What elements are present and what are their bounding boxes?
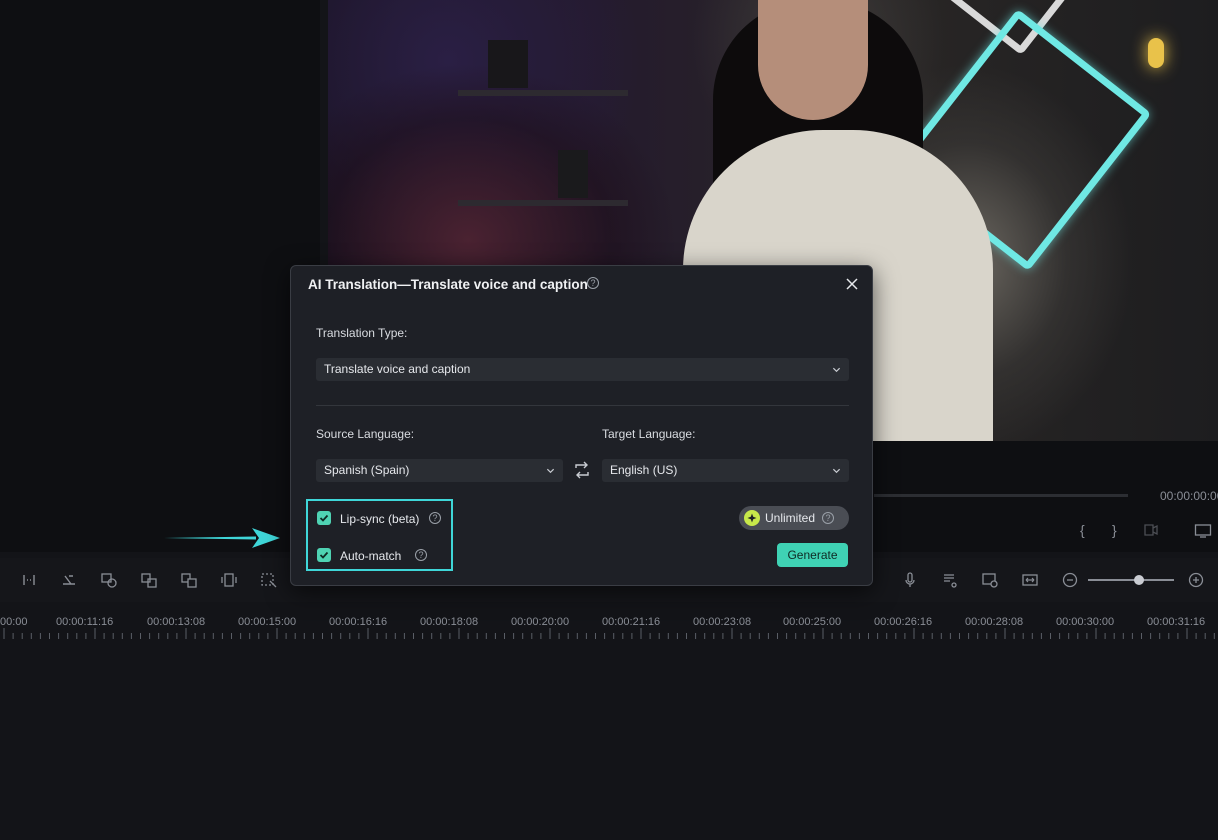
- snapshot-icon[interactable]: [1142, 522, 1160, 541]
- chevron-down-icon: [546, 468, 555, 474]
- ruler-label: 00:00:11:16: [56, 616, 114, 628]
- help-icon[interactable]: ?: [587, 277, 599, 289]
- shelf: [458, 90, 628, 96]
- zoom-out-icon[interactable]: [1059, 570, 1081, 590]
- source-language-value: Spanish (Spain): [324, 463, 410, 477]
- music-icon[interactable]: [939, 570, 961, 590]
- target-language-label: Target Language:: [602, 427, 696, 441]
- ai-translation-dialog: AI Translation—Translate voice and capti…: [290, 265, 873, 586]
- freeze-frame-icon[interactable]: [218, 570, 240, 590]
- split-icon[interactable]: [18, 570, 40, 590]
- shelf-object: [558, 150, 588, 198]
- pointer-arrow: [164, 528, 280, 548]
- auto-match-label[interactable]: Auto-match: [340, 549, 401, 563]
- auto-match-checkbox[interactable]: [317, 548, 331, 562]
- ruler-label: 00:00:18:08: [420, 616, 479, 628]
- unlimited-help-icon[interactable]: ?: [822, 512, 835, 524]
- shelf-object: [488, 40, 528, 88]
- checkmark-icon: [319, 514, 329, 522]
- lamp: [1148, 38, 1164, 68]
- target-language-value: English (US): [610, 463, 678, 477]
- current-time: 00:00:00:00: [1160, 489, 1218, 503]
- mark-out-button[interactable]: }: [1112, 522, 1117, 538]
- ruler-label: 00:00:25:00: [783, 616, 842, 628]
- close-icon: [846, 278, 858, 290]
- swap-languages-icon[interactable]: [572, 460, 592, 480]
- speech-to-text-icon[interactable]: [98, 570, 120, 590]
- checkmark-icon: [319, 551, 329, 559]
- crop-icon[interactable]: [58, 570, 80, 590]
- generate-button[interactable]: Generate: [777, 543, 848, 567]
- ruler-label: 00:00:26:16: [874, 616, 933, 628]
- ruler-label: 00:00:23:08: [693, 616, 752, 628]
- ruler-label: 00:00:30:00: [1056, 616, 1115, 628]
- close-button[interactable]: [842, 274, 862, 294]
- mask-icon[interactable]: [258, 570, 280, 590]
- translation-type-label: Translation Type:: [316, 326, 408, 340]
- fit-icon[interactable]: [1019, 570, 1041, 590]
- playback-progress[interactable]: [874, 494, 1128, 497]
- ruler-label: 00:00:13:08: [147, 616, 206, 628]
- microphone-icon[interactable]: [899, 570, 921, 590]
- ruler-label: 00:00:21:16: [602, 616, 661, 628]
- translation-type-value: Translate voice and caption: [324, 362, 471, 376]
- ruler-label: 00:00: [0, 616, 28, 628]
- ruler-label: 00:00:28:08: [965, 616, 1024, 628]
- credit-icon: [744, 510, 760, 526]
- mark-in-button[interactable]: {: [1080, 522, 1085, 538]
- zoom-slider-handle[interactable]: [1134, 575, 1144, 585]
- translate-icon[interactable]: [178, 570, 200, 590]
- chevron-down-icon: [832, 468, 841, 474]
- ruler-label: 00:00:16:16: [329, 616, 388, 628]
- shelf: [458, 200, 628, 206]
- chevron-down-icon: [832, 367, 841, 373]
- target-language-select[interactable]: English (US): [602, 459, 849, 482]
- unlimited-label: Unlimited: [765, 511, 816, 525]
- unlimited-badge[interactable]: Unlimited ?: [739, 506, 849, 530]
- zoom-slider[interactable]: [1088, 579, 1174, 581]
- translation-type-select[interactable]: Translate voice and caption: [316, 358, 849, 381]
- source-language-select[interactable]: Spanish (Spain): [316, 459, 563, 482]
- ruler-label: 00:00:15:00: [238, 616, 297, 628]
- person-face: [758, 0, 868, 120]
- divider: [316, 405, 849, 406]
- display-settings-icon[interactable]: [1194, 523, 1212, 542]
- auto-match-help-icon[interactable]: ?: [415, 549, 427, 561]
- editor-app: 00:00:00:00 { } 00:00 00:00:11:16 00:00:…: [0, 0, 1218, 840]
- lip-sync-help-icon[interactable]: ?: [429, 512, 441, 524]
- zoom-in-icon[interactable]: [1185, 570, 1207, 590]
- timeline-ruler[interactable]: [0, 628, 1218, 640]
- lip-sync-label[interactable]: Lip-sync (beta): [340, 512, 419, 526]
- preview-icon[interactable]: [979, 570, 1001, 590]
- source-language-label: Source Language:: [316, 427, 415, 441]
- preview-left-panel: [0, 0, 320, 552]
- text-to-speech-icon[interactable]: [138, 570, 160, 590]
- ruler-label: 00:00:20:00: [511, 616, 570, 628]
- ruler-label: 00:00:31:16: [1147, 616, 1206, 628]
- dialog-title: AI Translation—Translate voice and capti…: [308, 277, 588, 292]
- lip-sync-checkbox[interactable]: [317, 511, 331, 525]
